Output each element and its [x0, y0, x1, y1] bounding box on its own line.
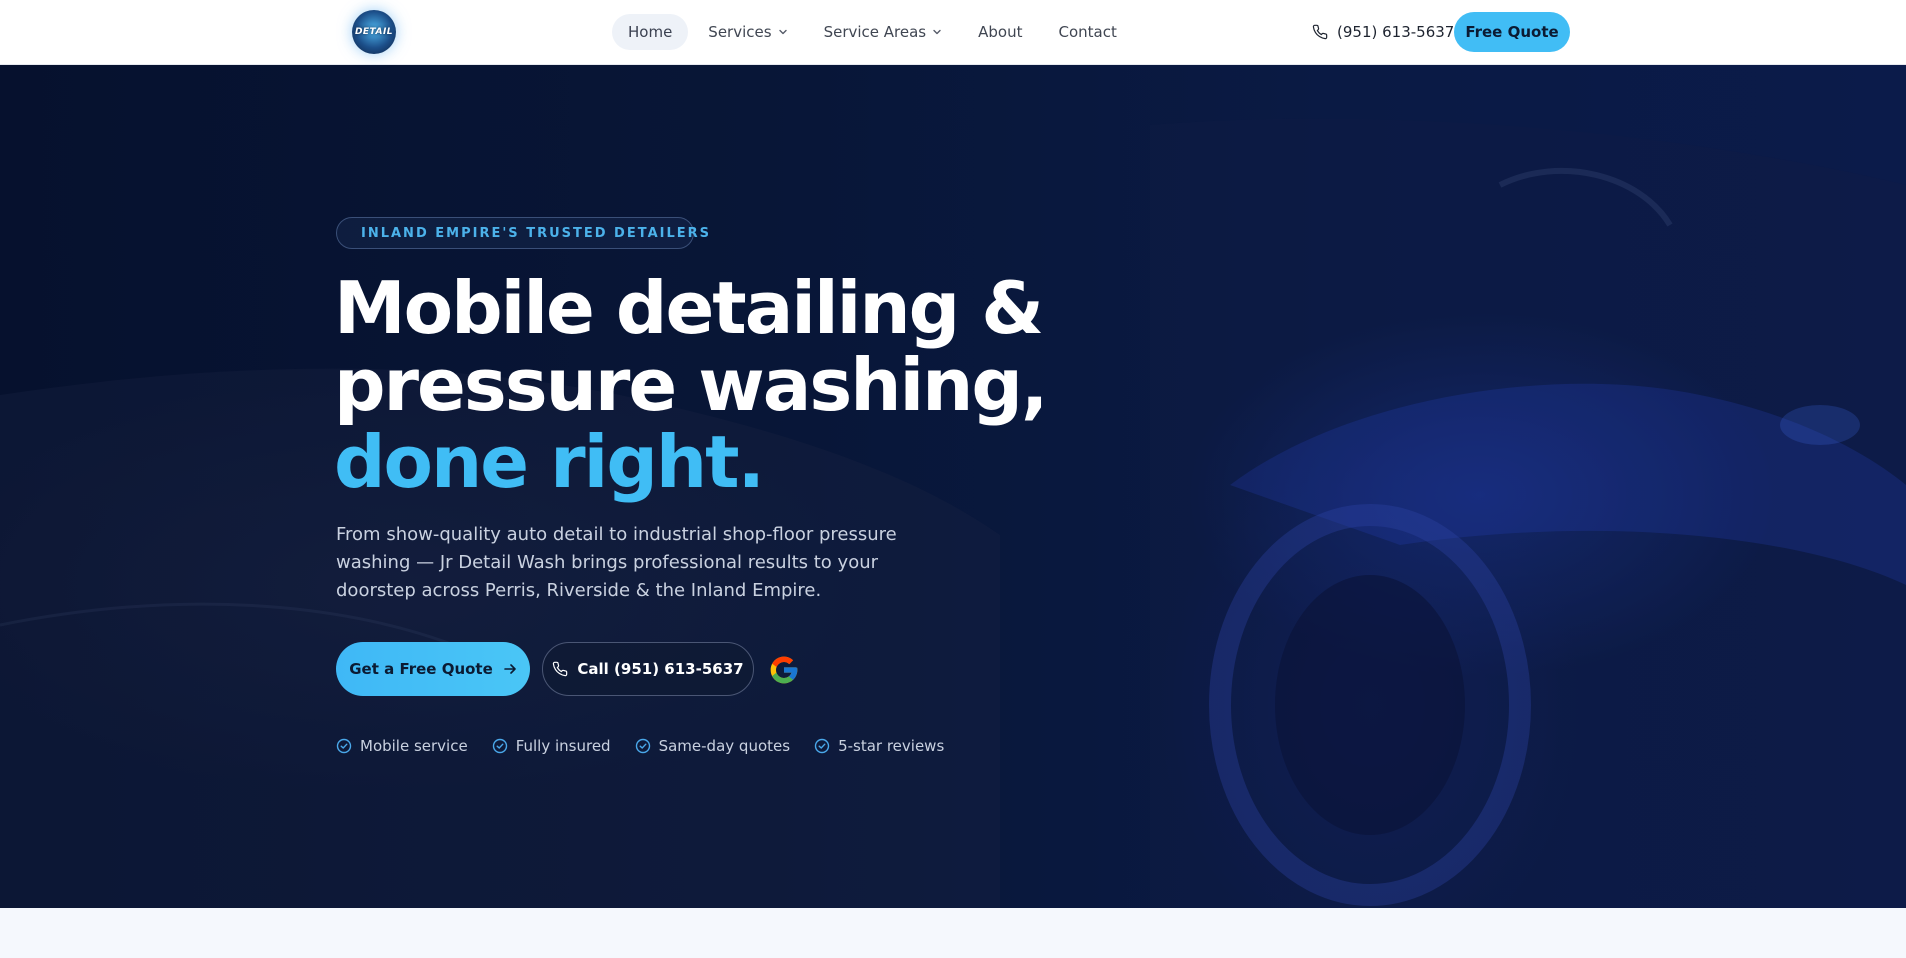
- nav-services[interactable]: Services: [692, 14, 803, 50]
- site-header: DETAIL Home Services Service Areas About…: [0, 0, 1906, 65]
- feature-label: Fully insured: [515, 737, 611, 755]
- feature-item: Mobile service: [336, 737, 468, 755]
- phone-icon: [553, 661, 568, 677]
- feature-label: Same-day quotes: [658, 737, 791, 755]
- header-phone-link[interactable]: (951) 613-5637: [1312, 20, 1454, 44]
- get-free-quote-label: Get a Free Quote: [349, 660, 493, 678]
- check-circle-icon: [336, 738, 352, 754]
- phone-icon: [1312, 24, 1328, 40]
- free-quote-button[interactable]: Free Quote: [1454, 12, 1570, 52]
- hero-subtext: From show-quality auto detail to industr…: [336, 524, 897, 601]
- hero-headline: Mobile detailing & pressure washing, don…: [334, 270, 1094, 501]
- nav-service-areas-label: Service Areas: [823, 23, 927, 41]
- feature-item: Fully insured: [492, 737, 611, 755]
- nav-services-label: Services: [708, 23, 772, 41]
- logo-text: DETAIL: [354, 27, 394, 37]
- headline-accent: done right.: [334, 420, 765, 504]
- check-circle-icon: [814, 738, 830, 754]
- get-free-quote-button[interactable]: Get a Free Quote: [336, 642, 530, 696]
- next-section: [0, 908, 1906, 958]
- hero-section: INLAND EMPIRE'S TRUSTED DETAILERS Mobile…: [0, 65, 1906, 908]
- call-button[interactable]: Call (951) 613-5637: [542, 642, 754, 696]
- chevron-down-icon: [778, 29, 787, 35]
- nav-about[interactable]: About: [962, 14, 1038, 50]
- nav-contact[interactable]: Contact: [1042, 14, 1132, 50]
- feature-item: Same-day quotes: [635, 737, 790, 755]
- headline-line-2: pressure washing,: [334, 343, 1048, 427]
- check-circle-icon: [635, 738, 650, 754]
- trusted-badge: INLAND EMPIRE'S TRUSTED DETAILERS: [336, 217, 709, 249]
- nav-service-areas[interactable]: Service Areas: [808, 14, 959, 50]
- check-circle-icon: [492, 738, 507, 754]
- nav-contact-label: Contact: [1058, 23, 1117, 41]
- nav-home[interactable]: Home: [612, 14, 689, 50]
- feature-label: 5-star reviews: [838, 737, 945, 755]
- chevron-down-icon: [933, 29, 941, 35]
- call-button-label: Call (951) 613-5637: [577, 660, 744, 678]
- feature-list: Mobile service Fully insured Same-day qu…: [336, 735, 968, 757]
- header-phone-number: (951) 613-5637: [1337, 23, 1455, 41]
- google-icon[interactable]: [768, 654, 800, 686]
- arrow-right-icon: [503, 664, 516, 674]
- badge-text: INLAND EMPIRE'S TRUSTED DETAILERS: [361, 225, 712, 241]
- nav-home-label: Home: [628, 23, 673, 41]
- headline-line-1: Mobile detailing &: [334, 266, 1044, 350]
- nav-about-label: About: [978, 23, 1023, 41]
- feature-item: 5-star reviews: [814, 737, 944, 755]
- feature-label: Mobile service: [360, 737, 468, 755]
- brand-logo[interactable]: DETAIL: [352, 10, 396, 54]
- main-nav: Home Services Service Areas About Contac…: [612, 14, 1137, 50]
